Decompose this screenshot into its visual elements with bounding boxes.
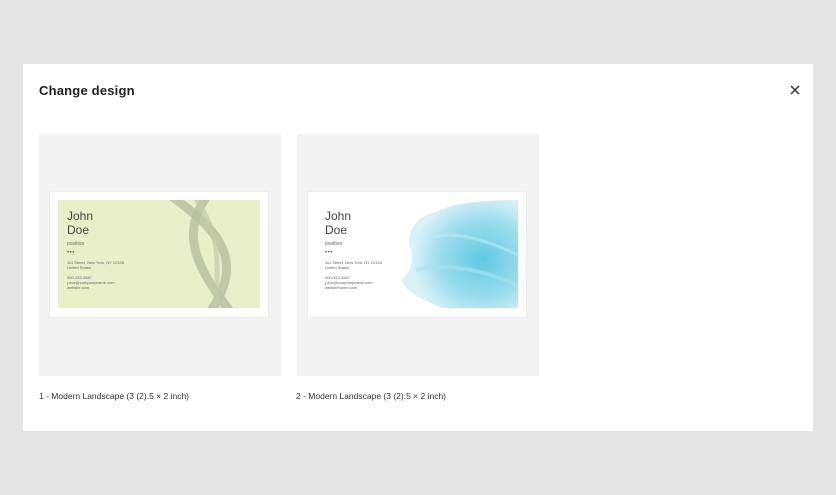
last-name: Doe bbox=[325, 223, 348, 237]
address: 111 Street, New York, NY 12345, United S… bbox=[67, 260, 125, 270]
card-preview-2: John Doe position ••• 111 Street, New Yo… bbox=[308, 192, 526, 317]
close-icon bbox=[790, 85, 800, 95]
design-caption-1[interactable]: 1 - Modern Landscape (3 (2).5 × 2 inch) bbox=[39, 391, 189, 401]
address-line-2: United States bbox=[67, 265, 92, 270]
design-option-2[interactable]: John Doe position ••• 111 Street, New Yo… bbox=[297, 134, 539, 376]
contact: 000-123-4567 j.doe@companyname.com websi… bbox=[67, 275, 125, 290]
first-name: John bbox=[67, 209, 94, 223]
change-design-dialog: Change design John Doe position ••• 111 … bbox=[23, 64, 813, 431]
card-face-1: John Doe position ••• 111 Street, New Yo… bbox=[58, 200, 260, 308]
dots: ••• bbox=[325, 250, 333, 256]
address-line-2: United States bbox=[325, 265, 350, 270]
position: position bbox=[67, 241, 85, 247]
dialog-title: Change design bbox=[39, 83, 135, 98]
address: 111 Street, New York, NY 12345, United S… bbox=[325, 260, 383, 270]
card-text-2: John Doe position ••• 111 Street, New Yo… bbox=[325, 209, 383, 290]
contact: 000-123-4567 j.doe@companyname.com websi… bbox=[325, 275, 383, 290]
design-option-1[interactable]: John Doe position ••• 111 Street, New Yo… bbox=[39, 134, 281, 376]
website: website.com bbox=[67, 285, 90, 290]
website: websitename.com bbox=[325, 285, 358, 290]
position: position bbox=[325, 241, 343, 247]
card-text-1: John Doe position ••• 111 Street, New Yo… bbox=[67, 209, 125, 290]
first-name: John bbox=[325, 209, 352, 223]
design-caption-2[interactable]: 2 - Modern Landscape (3 (2).5 × 2 inch) bbox=[296, 391, 446, 401]
close-button[interactable] bbox=[787, 82, 803, 98]
last-name: Doe bbox=[67, 223, 90, 237]
dots: ••• bbox=[67, 250, 75, 256]
card-face-2: John Doe position ••• 111 Street, New Yo… bbox=[316, 200, 518, 308]
card-preview-1: John Doe position ••• 111 Street, New Yo… bbox=[50, 192, 268, 317]
